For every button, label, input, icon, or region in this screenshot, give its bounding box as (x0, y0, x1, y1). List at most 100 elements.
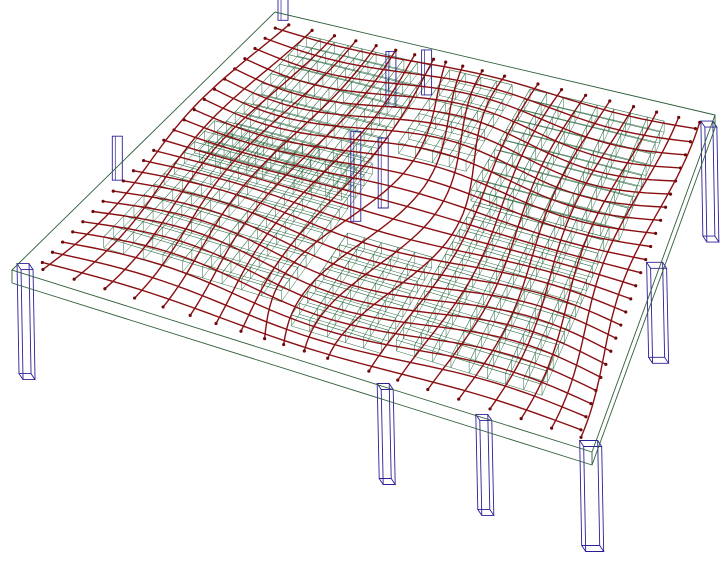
waffle-rib-bottom (327, 253, 382, 338)
tendon-anchor (634, 284, 638, 288)
tendon-anchor (71, 230, 75, 234)
tendon-anchor (614, 336, 618, 340)
tendon-anchor (40, 260, 44, 265)
tendon-anchor (111, 189, 115, 193)
tendon-anchor (50, 250, 55, 254)
tendon-anchor (41, 267, 45, 272)
tendon-anchor (584, 93, 588, 97)
tendon-anchor (282, 342, 286, 347)
tendon-anchor (263, 337, 267, 341)
tendon-anchor (91, 209, 95, 214)
column-edge (487, 414, 491, 510)
tendon-anchor (624, 310, 628, 314)
column-edge (32, 269, 36, 380)
tendon-anchor (536, 82, 540, 86)
column-interior-6 (277, 0, 289, 21)
tendon-b (580, 122, 701, 438)
slab-bottom-edge (11, 127, 716, 466)
tendon-anchor (72, 277, 76, 281)
column-base (580, 545, 605, 552)
tendon-anchor (658, 218, 663, 222)
tendon-anchor (579, 428, 583, 432)
column-edge (662, 262, 666, 358)
column-edge (491, 420, 495, 516)
column-base (702, 235, 720, 243)
column-edge (579, 440, 583, 546)
tendon-anchor (239, 329, 243, 333)
waffle-rib (347, 232, 432, 258)
tendon-anchor (152, 148, 156, 152)
tendon-anchor (131, 169, 136, 173)
columns-layer (16, 0, 720, 552)
tendon-anchor (413, 53, 417, 57)
waffle-rib (309, 58, 405, 181)
tendon-anchor (559, 87, 564, 92)
tendon-a (133, 170, 627, 313)
tendon-anchor (631, 105, 636, 109)
tendon-anchor (663, 205, 668, 209)
tendon-anchor (619, 323, 623, 327)
column-edge (712, 121, 716, 237)
tendon-anchor (302, 349, 306, 353)
tendon-anchor (654, 231, 658, 235)
tendon-anchor (101, 199, 105, 203)
column-edge (388, 383, 392, 479)
column-right-1 (645, 261, 668, 269)
column-edge (716, 127, 720, 243)
column-edge (16, 263, 20, 374)
column-edge (479, 420, 483, 516)
column-edge (380, 389, 384, 485)
column-edge (601, 446, 605, 552)
tendon-anchor (502, 74, 507, 78)
tendon-anchor (431, 57, 436, 61)
tendon-anchor (584, 415, 588, 419)
tendon-anchor (354, 39, 358, 43)
tendon-anchor (461, 64, 465, 68)
model-viewport[interactable] (0, 0, 726, 572)
tendon-anchor (649, 244, 653, 249)
tendon-anchor (332, 34, 337, 38)
tendon-anchor (263, 36, 267, 40)
column-corner-left (16, 263, 34, 271)
waffle-ribs-layer (103, 35, 665, 396)
column-corner-right (700, 120, 718, 128)
tendon-anchor (629, 297, 633, 301)
tendon-anchor (668, 192, 673, 196)
tendon-a (42, 261, 582, 431)
tendon-anchor (326, 356, 330, 360)
tendon-anchor (81, 220, 85, 224)
tendon-anchor (654, 110, 659, 114)
column-edge (392, 389, 396, 485)
tendon-anchor (488, 407, 492, 411)
tendon-anchor (426, 387, 430, 392)
tendon-anchor (604, 362, 608, 366)
column-base (378, 478, 397, 485)
tendon-anchor (608, 99, 612, 103)
waffle-rib (544, 104, 598, 210)
column-edge (650, 268, 654, 364)
column-interior-3 (377, 137, 389, 209)
tendon-anchor (444, 60, 448, 64)
column-edge (28, 263, 32, 374)
tendon-anchor (644, 257, 648, 262)
waffle-rib (345, 247, 399, 332)
tendon-a (193, 108, 656, 235)
tendon-anchor (367, 369, 371, 373)
tendon-anchor (310, 28, 314, 33)
tendon-anchor (188, 313, 192, 317)
tendon-anchor (121, 179, 125, 183)
waffle-rib-bottom (323, 278, 411, 305)
tendon-anchor (103, 287, 107, 291)
column-edge (700, 121, 704, 237)
column-edge (704, 127, 708, 243)
tendon-anchor (579, 435, 583, 439)
tendon-anchor (688, 140, 693, 144)
column-base (647, 356, 670, 364)
column-interior-1 (111, 135, 123, 181)
tendon-anchor (677, 115, 681, 119)
tendon-anchor (214, 321, 218, 326)
structural-model-3d (0, 0, 726, 572)
tendon-anchor (273, 26, 277, 30)
tendon-anchor (60, 240, 65, 244)
tendon-anchor (609, 349, 613, 353)
